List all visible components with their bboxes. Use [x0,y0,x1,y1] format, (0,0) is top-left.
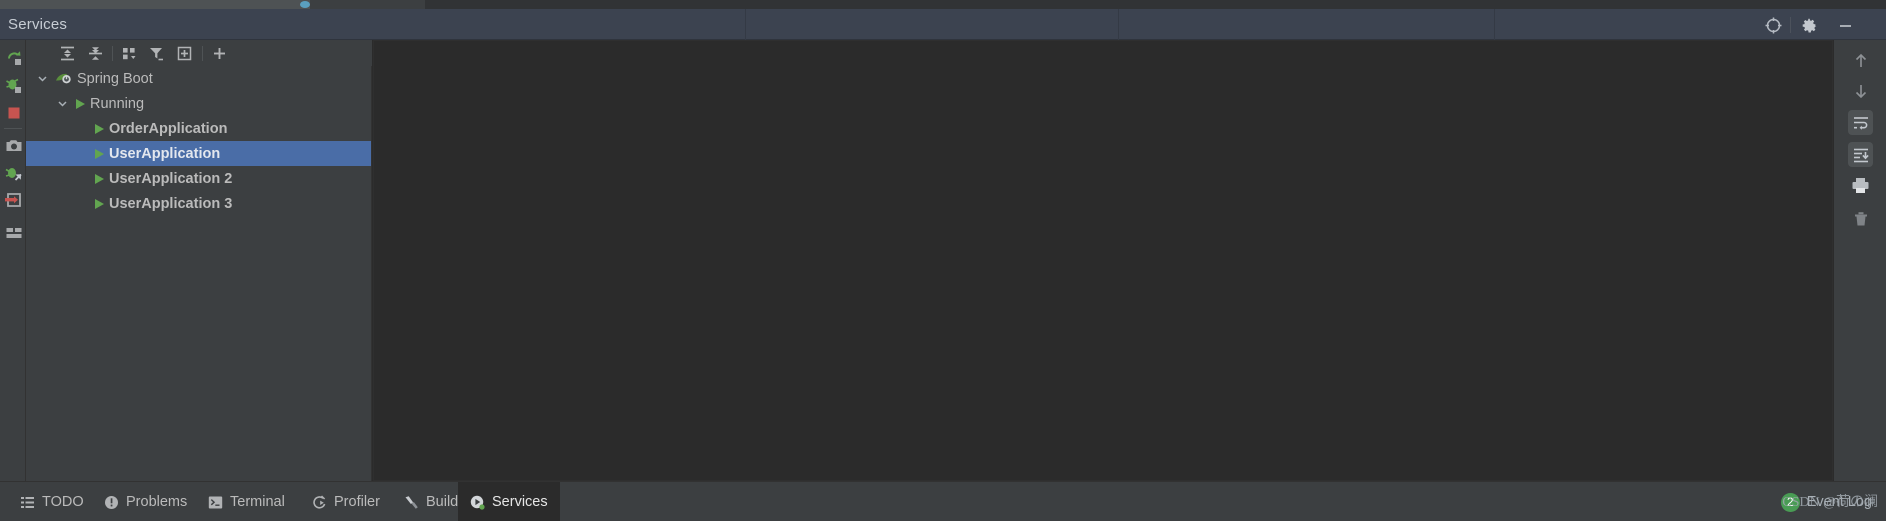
console-actions-toolbar [1834,40,1886,481]
tree-toolbar-divider-2 [202,46,203,61]
toolbar-divider [4,128,22,129]
run-icon [95,123,104,134]
tab-label: Services [492,494,548,510]
next-occurrence-button[interactable] [1848,78,1873,103]
tab-todo[interactable]: TODO [8,482,96,521]
spring-boot-icon [55,71,72,86]
header-separator-3 [1494,9,1495,40]
add-tab-button[interactable] [174,43,195,64]
todo-icon [20,495,35,510]
tab-label: Profiler [334,494,380,510]
print-button[interactable] [1848,173,1873,198]
rerun-button[interactable] [3,46,24,67]
tree-node-spring-boot[interactable]: Spring Boot [26,66,371,91]
tree-node-running[interactable]: Running [26,91,371,116]
services-tree-toolbar [26,40,372,66]
tree-node-label: Spring Boot [77,70,153,87]
group-by-button[interactable] [119,43,140,64]
tree-node-userapplication[interactable]: UserApplication [26,141,371,166]
header-separator-2 [1118,9,1119,40]
filter-icon[interactable] [146,43,167,64]
tab-label: Terminal [230,494,285,510]
tree-node-userapplication-3[interactable]: UserApplication 3 [26,191,371,216]
tree-node-label: UserApplication 3 [109,195,233,212]
terminal-icon [208,495,223,510]
build-icon [404,495,419,510]
tree-node-label: UserApplication [109,145,221,162]
stop-button[interactable] [3,102,24,123]
run-icon [95,148,104,159]
editor-tab-modified-dot [300,1,310,8]
scroll-to-end-button[interactable] [1848,142,1873,167]
problems-icon [104,495,119,510]
collapse-all-button[interactable] [85,43,106,64]
chevron-down-icon[interactable] [56,97,69,110]
attach-debugger-button[interactable] [3,162,24,183]
event-log-badge: 2 [1780,492,1800,512]
run-icon [95,173,104,184]
tree-toolbar-divider-1 [112,46,113,61]
expand-all-button[interactable] [57,43,78,64]
editor-tabs-stub [0,0,1886,9]
event-log-button[interactable]: 2 Event Log [1780,482,1872,521]
tab-label: TODO [42,494,84,510]
add-service-button[interactable] [209,43,230,64]
run-icon [76,98,85,109]
log-in-button[interactable] [3,189,24,210]
tool-window-header: Services [0,9,1886,40]
tab-services[interactable]: Services [458,482,560,521]
tree-node-orderapplication[interactable]: OrderApplication [26,116,371,141]
gear-icon[interactable] [1798,14,1820,36]
tree-node-label: Running [90,95,145,112]
editor-tab-stub-left [0,0,310,9]
header-separator-1 [745,9,746,40]
locate-icon[interactable] [1762,14,1791,36]
layout-button[interactable] [3,222,24,243]
tab-label: Problems [126,494,188,510]
camera-snapshot-button[interactable] [3,135,24,156]
services-icon [470,495,485,510]
clear-all-icon[interactable] [1848,206,1873,231]
chevron-down-icon[interactable] [36,72,49,85]
run-actions-toolbar [0,40,26,481]
run-icon [95,198,104,209]
rerun-debug-button[interactable] [3,74,24,95]
services-tool-window: Services Spring Boot Running OrderApplic… [0,0,1886,521]
editor-tab-stub-mid [310,0,425,9]
tab-profiler[interactable]: Profiler [300,482,392,521]
tree-node-userapplication-2[interactable]: UserApplication 2 [26,166,371,191]
tab-terminal[interactable]: Terminal [196,482,297,521]
tree-node-label: UserApplication 2 [109,170,233,187]
editor-tab-stub-right [425,0,1886,9]
console-output-area[interactable] [373,40,1833,481]
tool-window-tabs-bar: TODO Problems Terminal Profiler Build Se… [0,481,1886,521]
tab-label: Build [426,494,459,510]
services-tree[interactable]: Spring Boot Running OrderApplication Use… [26,66,372,481]
soft-wrap-button[interactable] [1848,110,1873,135]
minimize-icon[interactable] [1834,14,1856,36]
tab-problems[interactable]: Problems [92,482,199,521]
page-title: Services [8,16,68,33]
previous-occurrence-button[interactable] [1848,48,1873,73]
event-log-label: Event Log [1806,494,1872,510]
tree-node-label: OrderApplication [109,120,228,137]
profiler-icon [312,494,327,510]
